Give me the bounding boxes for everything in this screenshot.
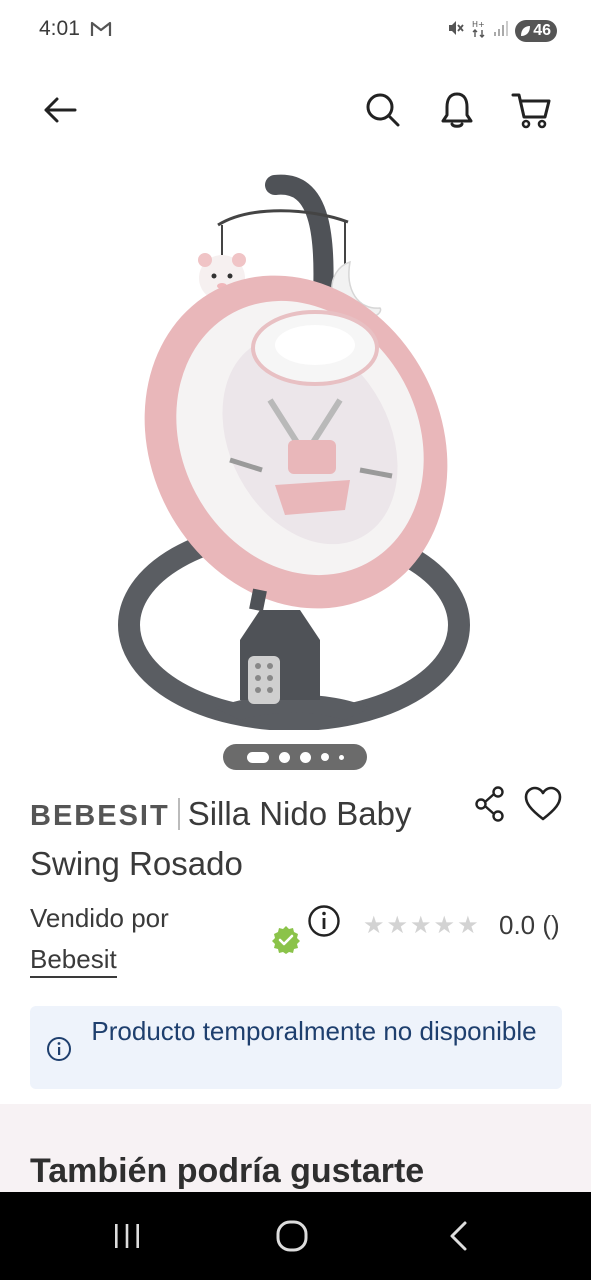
image-carousel-indicator[interactable] (223, 744, 367, 770)
star-icon: ★ (457, 912, 479, 939)
rating-stars: ★ ★ ★ ★ ★ (363, 912, 479, 940)
star-icon: ★ (410, 912, 432, 939)
seller-link[interactable]: Bebesit (30, 942, 117, 978)
app-header (0, 80, 591, 140)
nav-back-icon[interactable] (436, 1214, 480, 1258)
back-arrow-icon[interactable] (38, 88, 82, 132)
heart-icon[interactable] (524, 786, 564, 824)
cart-icon[interactable] (509, 88, 553, 132)
home-icon[interactable] (270, 1214, 314, 1258)
status-time: 4:01 (39, 17, 80, 40)
section-title: También podría gustarte (30, 1152, 425, 1190)
verified-badge-icon (271, 925, 301, 955)
info-icon[interactable] (307, 904, 341, 938)
star-icon: ★ (433, 912, 456, 939)
product-title: BEBESIT Silla Nido Baby Swing Rosado (30, 790, 460, 888)
carousel-dot-active[interactable] (246, 751, 269, 763)
battery-icon: 46 (515, 19, 557, 42)
signal-icon (493, 19, 509, 42)
info-circle-icon (46, 1036, 72, 1062)
status-icons: H+ 46 (447, 18, 557, 43)
battery-level: 46 (533, 21, 551, 39)
gmail-icon (90, 20, 112, 43)
share-icon[interactable] (474, 786, 508, 822)
svg-text:H+: H+ (472, 20, 485, 29)
mute-icon (447, 19, 465, 42)
carousel-dot[interactable] (278, 751, 290, 763)
unavailable-alert: Producto temporalmente no disponible (30, 1006, 562, 1089)
sold-by-label: Vendido por (30, 903, 169, 933)
bell-icon[interactable] (435, 88, 479, 132)
system-nav-bar (0, 1192, 591, 1280)
search-icon[interactable] (361, 88, 405, 132)
recommendations-section: También podría gustarte (0, 1104, 591, 1194)
status-bar: 4:01 H+ 46 (0, 0, 591, 60)
recents-icon[interactable] (105, 1214, 149, 1258)
carousel-dot[interactable] (299, 751, 311, 763)
star-icon: ★ (386, 912, 409, 939)
data-icon: H+ (471, 18, 487, 43)
star-icon: ★ (363, 912, 385, 939)
carousel-dot[interactable] (338, 754, 344, 760)
title-separator (177, 798, 180, 830)
rating-value[interactable]: 0.0 () (499, 910, 560, 941)
alert-message: Producto temporalmente no disponible (91, 1016, 537, 1046)
product-image[interactable] (0, 170, 591, 731)
brand-name[interactable]: BEBESIT (30, 800, 170, 832)
carousel-dot[interactable] (320, 753, 329, 761)
